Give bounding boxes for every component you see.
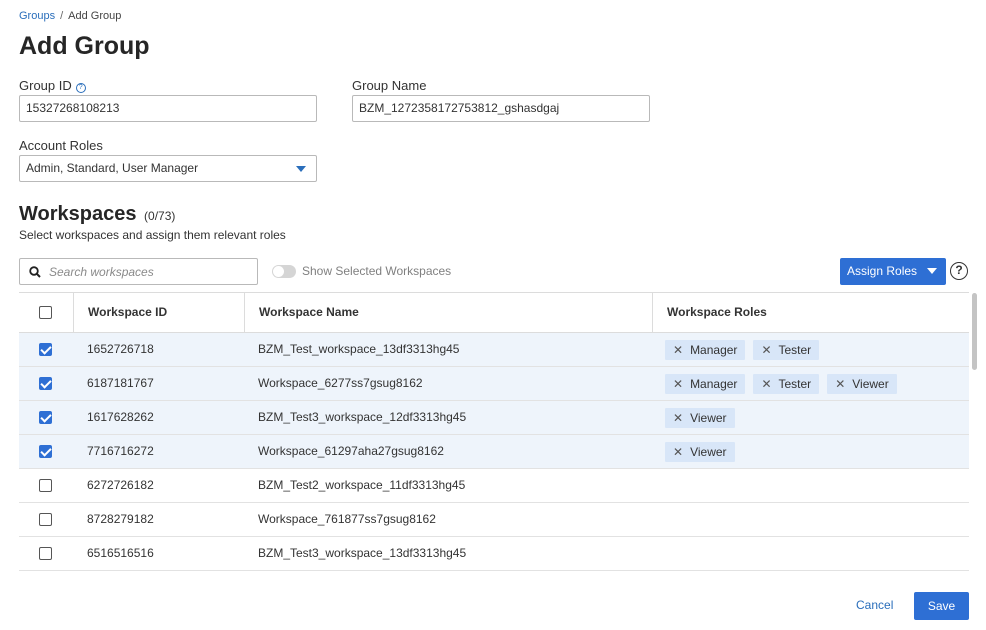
workspace-roles-cell: ✕ Viewer: [665, 401, 743, 434]
breadcrumb-groups-link[interactable]: Groups: [19, 10, 55, 22]
col-workspace-name[interactable]: Workspace Name: [244, 293, 653, 332]
workspace-id-cell: 1617628262: [87, 410, 154, 424]
workspace-name-cell: BZM_Test2_workspace_11df3313hg45: [258, 478, 466, 492]
show-selected-toggle[interactable]: [272, 265, 296, 278]
group-id-label-text: Group ID: [19, 78, 72, 93]
workspace-name-cell: Workspace_6277ss7gsug8162: [258, 376, 423, 390]
workspaces-table: Workspace ID Workspace Name Workspace Ro…: [19, 292, 969, 571]
close-icon[interactable]: ✕: [761, 377, 771, 391]
table-row[interactable]: 1652726718 BZM_Test_workspace_13df3313hg4…: [19, 333, 969, 367]
help-icon[interactable]: ?: [950, 262, 968, 280]
search-input[interactable]: Search workspaces: [19, 258, 258, 285]
row-checkbox[interactable]: [39, 343, 52, 356]
row-checkbox[interactable]: [39, 411, 52, 424]
workspaces-description: Select workspaces and assign them releva…: [19, 228, 286, 242]
breadcrumb: Groups / Add Group: [19, 10, 121, 22]
role-chip: ✕ Manager: [665, 373, 746, 394]
group-id-field[interactable]: 15327268108213: [19, 95, 317, 122]
role-chip-label: Manager: [690, 342, 738, 357]
role-chip-label: Tester: [778, 342, 812, 357]
group-name-field[interactable]: BZM_1272358172753812_gshasdgaj: [352, 95, 650, 122]
assign-roles-button[interactable]: Assign Roles: [840, 258, 946, 285]
account-roles-label: Account Roles: [19, 138, 103, 153]
close-icon[interactable]: ✕: [761, 343, 771, 357]
col-workspace-roles[interactable]: Workspace Roles: [652, 293, 969, 332]
workspace-name-cell: Workspace_61297aha27gsug8162: [258, 444, 444, 458]
workspace-roles-cell: ✕ Viewer: [665, 435, 743, 468]
save-button[interactable]: Save: [914, 592, 969, 620]
table-row[interactable]: 1617628262 BZM_Test3_workspace_12df3313hg…: [19, 401, 969, 435]
workspace-name-cell: BZM_Test_workspace_13df3313hg45: [258, 342, 460, 356]
table-header: Workspace ID Workspace Name Workspace Ro…: [19, 292, 969, 333]
workspace-id-cell: 7716716272: [87, 444, 154, 458]
role-chip-label: Tester: [778, 376, 812, 391]
account-roles-select[interactable]: Admin, Standard, User Manager: [19, 155, 317, 182]
table-row[interactable]: 6187181767 Workspace_6277ss7gsug8162 ✕ Mana…: [19, 367, 969, 401]
caret-down-icon: [927, 268, 937, 274]
workspace-name-cell: BZM_Test3_workspace_12df3313hg45: [258, 410, 467, 424]
table-row[interactable]: 8728279182 Workspace_761877ss7gsug8162: [19, 503, 969, 537]
page-title: Add Group: [19, 32, 150, 60]
search-icon: [29, 266, 41, 278]
row-checkbox[interactable]: [39, 479, 52, 492]
workspaces-heading: Workspaces (0/73): [19, 203, 175, 226]
show-selected-label: Show Selected Workspaces: [302, 264, 452, 278]
role-chip: ✕ Viewer: [665, 441, 735, 462]
workspaces-title: Workspaces: [19, 203, 137, 225]
workspace-id-cell: 1652726718: [87, 342, 154, 356]
table-row[interactable]: 6516516516 BZM_Test3_workspace_13df3313hg…: [19, 537, 969, 571]
question-circle-icon[interactable]: ?: [75, 83, 86, 93]
row-checkbox[interactable]: [39, 377, 52, 390]
group-name-label: Group Name: [352, 78, 427, 93]
row-checkbox[interactable]: [39, 445, 52, 458]
search-placeholder: Search workspaces: [49, 265, 154, 279]
workspace-name-cell: Workspace_761877ss7gsug8162: [258, 512, 436, 526]
close-icon[interactable]: ✕: [673, 445, 683, 459]
caret-down-icon: [296, 166, 306, 172]
row-checkbox[interactable]: [39, 513, 52, 526]
workspace-id-cell: 8728279182: [87, 512, 154, 526]
group-id-label: Group ID?: [19, 78, 86, 93]
workspace-roles-cell: ✕ Manager ✕ Tester: [665, 333, 827, 366]
select-all-checkbox[interactable]: [39, 306, 52, 319]
breadcrumb-current: Add Group: [68, 10, 122, 22]
table-row[interactable]: 6272726182 BZM_Test2_workspace_11df3313hg…: [19, 469, 969, 503]
role-chip-label: Viewer: [690, 444, 727, 459]
role-chip: ✕ Tester: [753, 373, 820, 394]
col-workspace-id[interactable]: Workspace ID: [73, 293, 244, 332]
role-chip-label: Viewer: [852, 376, 889, 391]
workspace-id-cell: 6272726182: [87, 478, 154, 492]
workspaces-count: (0/73): [144, 209, 176, 223]
workspace-id-cell: 6516516516: [87, 546, 154, 560]
assign-roles-label: Assign Roles: [847, 264, 918, 278]
workspace-roles-cell: ✕ Manager ✕ Tester ✕ Viewer: [665, 367, 905, 400]
role-chip: ✕ Manager: [665, 339, 746, 360]
table-row[interactable]: 7716716272 Workspace_61297aha27gsug8162 ✕ V…: [19, 435, 969, 469]
role-chip-label: Manager: [690, 376, 738, 391]
breadcrumb-separator: /: [60, 10, 64, 22]
account-roles-value: Admin, Standard, User Manager: [26, 161, 199, 175]
workspace-name-cell: BZM_Test3_workspace_13df3313hg45: [258, 546, 467, 560]
close-icon[interactable]: ✕: [835, 377, 845, 391]
role-chip: ✕ Tester: [753, 339, 820, 360]
table-scrollbar[interactable]: [972, 293, 977, 370]
cancel-button[interactable]: Cancel: [856, 598, 893, 612]
close-icon[interactable]: ✕: [673, 377, 683, 391]
role-chip: ✕ Viewer: [827, 373, 897, 394]
table-body: 1652726718 BZM_Test_workspace_13df3313hg4…: [19, 333, 969, 571]
role-chip-label: Viewer: [690, 410, 727, 425]
workspace-id-cell: 6187181767: [87, 376, 154, 390]
row-checkbox[interactable]: [39, 547, 52, 560]
close-icon[interactable]: ✕: [673, 411, 683, 425]
role-chip: ✕ Viewer: [665, 407, 735, 428]
close-icon[interactable]: ✕: [673, 343, 683, 357]
toggle-knob: [273, 266, 284, 277]
